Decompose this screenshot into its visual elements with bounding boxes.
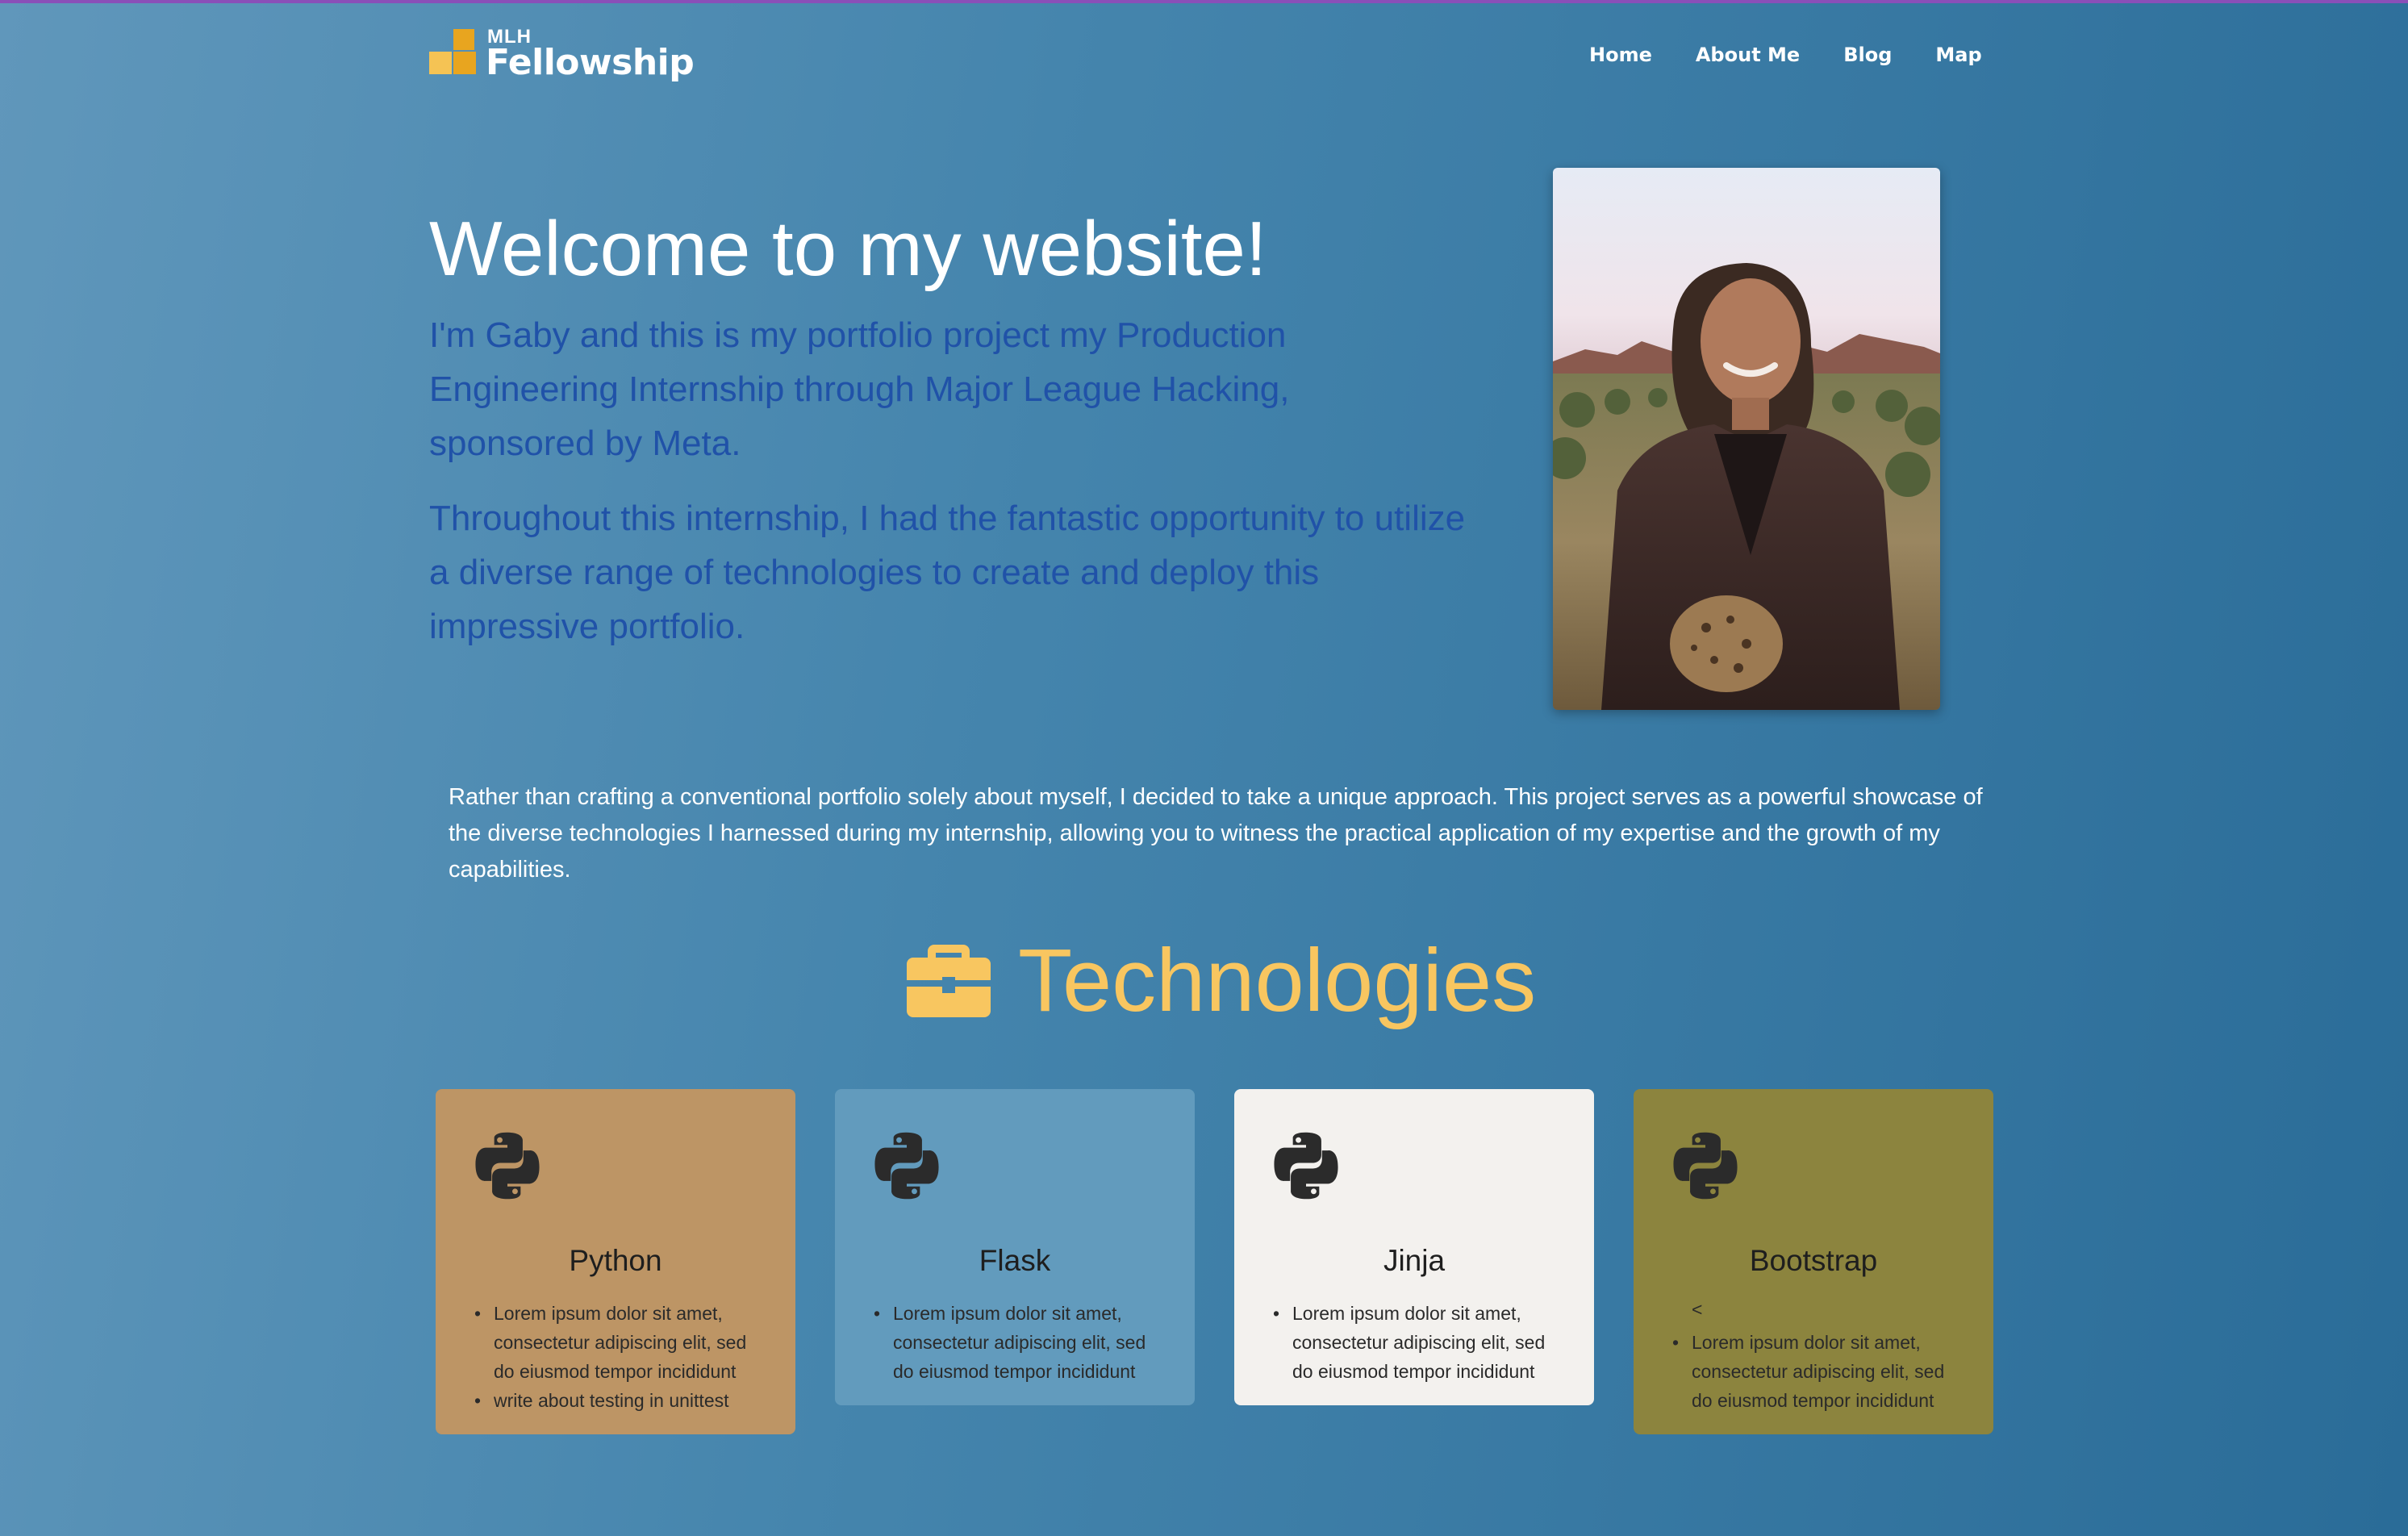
stray-text: <: [1692, 1299, 1703, 1320]
tech-card-flask: Flask Lorem ipsum dolor sit amet, consec…: [835, 1089, 1195, 1405]
nav-blog[interactable]: Blog: [1843, 44, 1892, 66]
nav-home[interactable]: Home: [1589, 44, 1652, 66]
tech-card-bootstrap: Bootstrap < Lorem ipsum dolor sit amet, …: [1634, 1089, 1993, 1434]
list-item: Lorem ipsum dolor sit amet, consectetur …: [474, 1299, 768, 1386]
tech-card-title: Flask: [979, 1244, 1051, 1277]
briefcase-icon: [907, 945, 991, 1017]
nav-map[interactable]: Map: [1935, 44, 1981, 66]
technologies-title: Technologies: [1018, 930, 1537, 1030]
list-item: Lorem ipsum dolor sit amet, consectetur …: [1672, 1328, 1966, 1415]
main-nav: Home About Me Blog Map: [1589, 44, 2026, 66]
tech-card-python: Python Lorem ipsum dolor sit amet, conse…: [436, 1089, 795, 1434]
tech-card-title: Python: [569, 1244, 662, 1277]
hero-title: Welcome to my website!: [429, 206, 1267, 292]
python-icon: [1274, 1132, 1338, 1200]
intro-paragraph: Rather than crafting a conventional port…: [449, 784, 1983, 883]
profile-photo-image: [1553, 168, 1940, 710]
technologies-heading: Technologies: [904, 928, 1536, 1033]
logo-fellowship-text: Fellowship: [486, 42, 695, 83]
tech-card-title: Bootstrap: [1749, 1244, 1878, 1277]
mlh-fellowship-logo[interactable]: MLH Fellowship: [429, 26, 695, 90]
tech-card-list: Lorem ipsum dolor sit amet, consectetur …: [1672, 1328, 1966, 1415]
hero-paragraph-2: Throughout this internship, I had the fa…: [429, 499, 1466, 646]
hero-paragraph-1: I'm Gaby and this is my portfolio projec…: [429, 315, 1290, 463]
logo-square: [429, 52, 452, 74]
list-item: write about testing in unittest: [474, 1386, 768, 1415]
logo-square: [453, 52, 476, 74]
tech-card-list: Lorem ipsum dolor sit amet, consectetur …: [1273, 1299, 1567, 1386]
logo-square: [453, 29, 474, 50]
list-item: Lorem ipsum dolor sit amet, consectetur …: [874, 1299, 1167, 1386]
tech-card-list: Lorem ipsum dolor sit amet, consectetur …: [474, 1299, 768, 1415]
profile-photo: [1553, 168, 1940, 710]
tech-card-jinja: Jinja Lorem ipsum dolor sit amet, consec…: [1234, 1089, 1594, 1405]
top-accent-line: [0, 0, 2408, 3]
python-icon: [475, 1132, 540, 1200]
python-icon: [874, 1132, 939, 1200]
python-icon: [1673, 1132, 1738, 1200]
tech-card-title: Jinja: [1383, 1244, 1446, 1277]
list-item: Lorem ipsum dolor sit amet, consectetur …: [1273, 1299, 1567, 1386]
tech-card-list: Lorem ipsum dolor sit amet, consectetur …: [874, 1299, 1167, 1386]
nav-about-me[interactable]: About Me: [1696, 44, 1800, 66]
